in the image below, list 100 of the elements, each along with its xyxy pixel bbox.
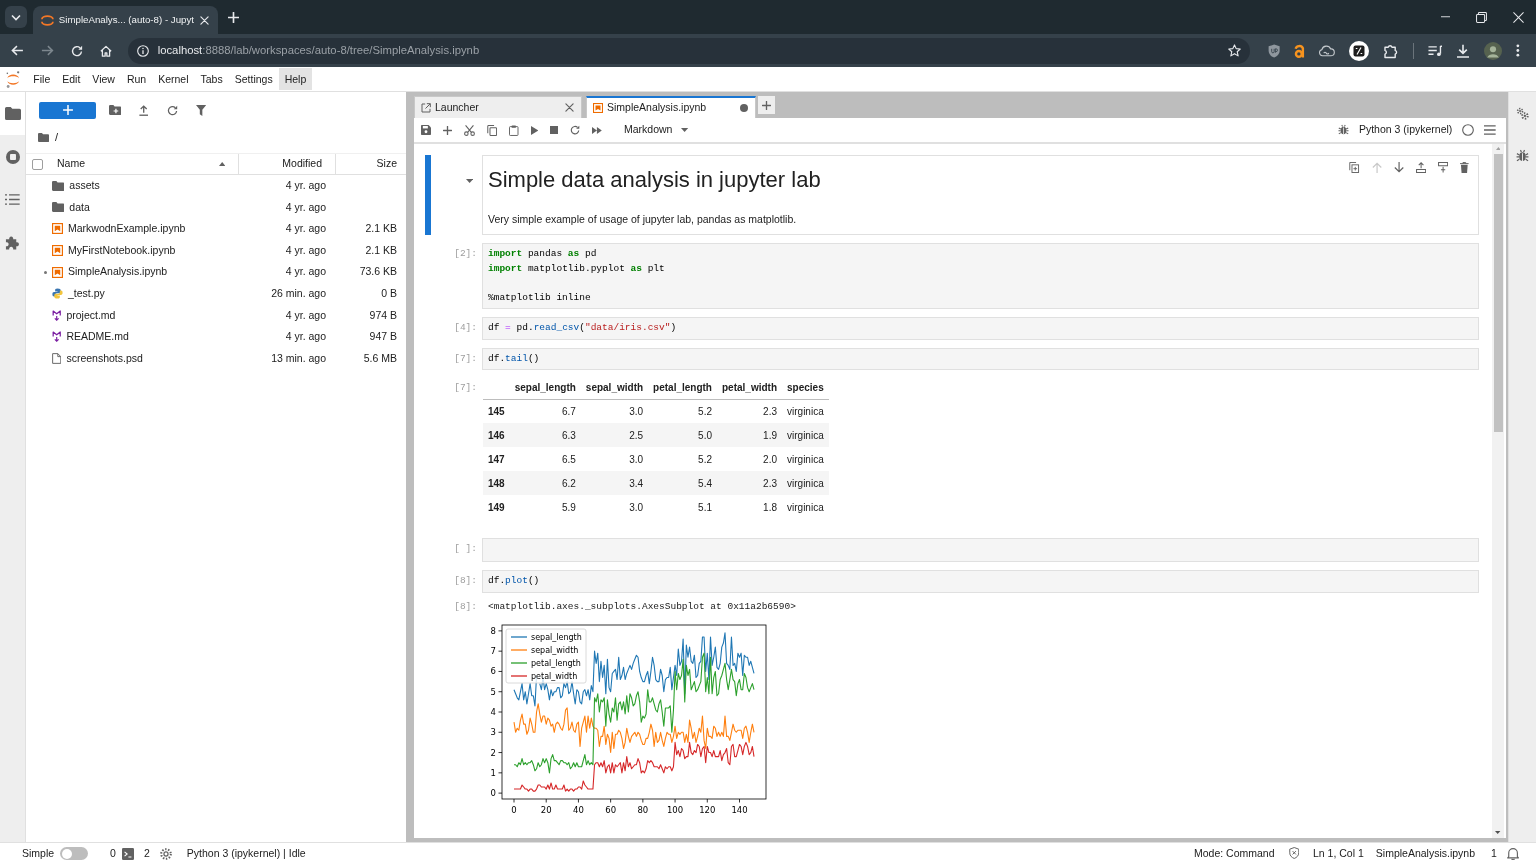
cursor-position[interactable]: Ln 1, Col 1: [1313, 846, 1364, 861]
file-name[interactable]: MarkwodnExample.ipynb: [68, 222, 186, 236]
file-name[interactable]: data: [69, 200, 90, 215]
folder-icon[interactable]: [38, 133, 50, 142]
code-editor[interactable]: df.tail(): [482, 347, 1479, 370]
notification-count[interactable]: 1: [1491, 846, 1497, 861]
run-icon[interactable]: [530, 125, 539, 135]
modified-time: 4 yr. ago: [285, 200, 326, 215]
collapse-caret-icon[interactable]: [465, 179, 473, 183]
extension-logo-icon[interactable]: [1293, 43, 1306, 58]
restore-icon[interactable]: [1476, 11, 1487, 23]
simple-mode-toggle[interactable]: [60, 847, 89, 860]
terminal-icon[interactable]: [121, 847, 134, 860]
terminal-count[interactable]: 0: [110, 846, 116, 861]
stop-icon[interactable]: [550, 126, 559, 134]
insert-below-icon[interactable]: [1438, 162, 1449, 173]
menu-item[interactable]: File: [27, 68, 57, 90]
folder-icon[interactable]: [4, 107, 21, 120]
refresh-icon[interactable]: [166, 104, 178, 116]
column-header[interactable]: Modified: [282, 157, 322, 171]
tab-list-icon[interactable]: [5, 6, 27, 28]
menu-item[interactable]: Help: [278, 68, 313, 90]
code-editor[interactable]: df = pd.read_csv("data/iris.csv"): [482, 317, 1479, 340]
scissors-icon[interactable]: [464, 124, 475, 136]
plus-icon[interactable]: [443, 125, 452, 135]
home-icon[interactable]: [99, 44, 112, 57]
site-info-icon[interactable]: [136, 44, 149, 57]
gears-icon[interactable]: [1516, 106, 1529, 120]
close-icon[interactable]: [565, 103, 574, 112]
cell-type-dropdown[interactable]: Markdown: [622, 123, 691, 137]
star-icon[interactable]: [1227, 44, 1241, 57]
menu-icon[interactable]: [1484, 125, 1496, 135]
save-icon[interactable]: [421, 125, 431, 135]
vertical-scrollbar[interactable]: [1492, 144, 1504, 838]
axis-tick-label: 60: [605, 804, 617, 815]
trash-icon[interactable]: [1460, 162, 1469, 173]
table-cell: 6.5: [509, 447, 581, 471]
new-launcher-button[interactable]: [39, 101, 96, 119]
file-name[interactable]: _test.py: [68, 286, 105, 301]
menu-item[interactable]: Run: [120, 68, 153, 90]
kernel-name[interactable]: Python 3 (ipykernel): [1358, 123, 1453, 137]
menu-item[interactable]: Edit: [56, 68, 87, 90]
menu-item[interactable]: Settings: [228, 68, 279, 90]
shield-icon[interactable]: [1267, 43, 1280, 58]
puzzle-icon[interactable]: [5, 235, 20, 250]
file-size: 0 B: [381, 286, 397, 301]
menu-item[interactable]: Kernel: [152, 68, 195, 90]
new-folder-icon[interactable]: [109, 105, 122, 115]
clipboard-icon[interactable]: [509, 124, 519, 136]
unsaved-dot-icon[interactable]: [740, 104, 748, 112]
code-editor[interactable]: df.plot(): [482, 570, 1479, 593]
upload-icon[interactable]: [139, 104, 149, 116]
bug-icon[interactable]: [1337, 124, 1349, 136]
add-tab-button[interactable]: [758, 96, 775, 114]
bell-icon[interactable]: [1506, 847, 1519, 860]
back-arrow-icon[interactable]: [11, 45, 24, 56]
kernel-status[interactable]: Python 3 (ipykernel) | Idle: [186, 846, 306, 861]
execution-prompt: [4]:: [454, 321, 477, 335]
file-name[interactable]: MyFirstNotebook.ipynb: [68, 243, 176, 258]
file-name[interactable]: screenshots.psd: [66, 351, 143, 366]
copy-icon[interactable]: [487, 124, 498, 136]
cloud-icon[interactable]: [1319, 44, 1335, 57]
filter-icon[interactable]: [195, 104, 206, 116]
media-list-icon[interactable]: [1427, 44, 1443, 57]
file-name[interactable]: SimpleAnalysis.ipynb: [68, 265, 168, 279]
new-tab-icon[interactable]: [228, 11, 239, 23]
breadcrumb-path[interactable]: /: [55, 130, 59, 145]
address-bar[interactable]: localhost:8888/lab/workspaces/auto-8/tree/SimpleAnalysis.ipynb: [127, 37, 1250, 64]
kernel-icon[interactable]: [159, 847, 172, 860]
restart-icon[interactable]: [570, 125, 581, 135]
more-menu-icon[interactable]: [1516, 44, 1520, 57]
download-icon[interactable]: [1456, 43, 1471, 58]
menu-item[interactable]: View: [86, 68, 121, 90]
reload-icon[interactable]: [70, 44, 83, 57]
minimize-icon[interactable]: [1441, 16, 1450, 18]
file-name[interactable]: README.md: [66, 330, 129, 344]
scrollbar-thumb[interactable]: [1493, 154, 1503, 432]
menu-item[interactable]: Tabs: [194, 68, 229, 90]
browser-tab[interactable]: SimpleAnalys... (auto-8) - Jupyt: [33, 6, 218, 34]
list-icon[interactable]: [5, 194, 20, 205]
forward-arrow-icon[interactable]: [40, 45, 54, 56]
avatar-icon[interactable]: [1484, 41, 1503, 60]
insert-above-icon[interactable]: [1415, 162, 1427, 173]
copy-icon[interactable]: [1349, 162, 1360, 173]
kernel-count[interactable]: 2: [143, 846, 150, 861]
select-all-checkbox[interactable]: [32, 158, 43, 170]
document-tab[interactable]: SimpleAnalysis.ipynb: [586, 96, 756, 118]
column-header[interactable]: Name: [57, 157, 85, 171]
arrow-down-icon[interactable]: [1393, 162, 1404, 173]
file-name[interactable]: project.md: [66, 308, 116, 323]
document-tab[interactable]: Launcher: [414, 96, 582, 118]
shield-icon[interactable]: [1288, 847, 1299, 860]
column-header[interactable]: Size: [376, 157, 397, 171]
bug-icon[interactable]: [1516, 148, 1529, 162]
file-name[interactable]: assets: [69, 178, 100, 193]
extension-badge-icon[interactable]: [1348, 40, 1369, 61]
scroll-down-icon[interactable]: [1495, 831, 1501, 834]
puzzle-icon[interactable]: [1382, 42, 1399, 59]
fast-forward-icon[interactable]: [592, 126, 602, 134]
stop-circle-icon[interactable]: [5, 149, 20, 164]
